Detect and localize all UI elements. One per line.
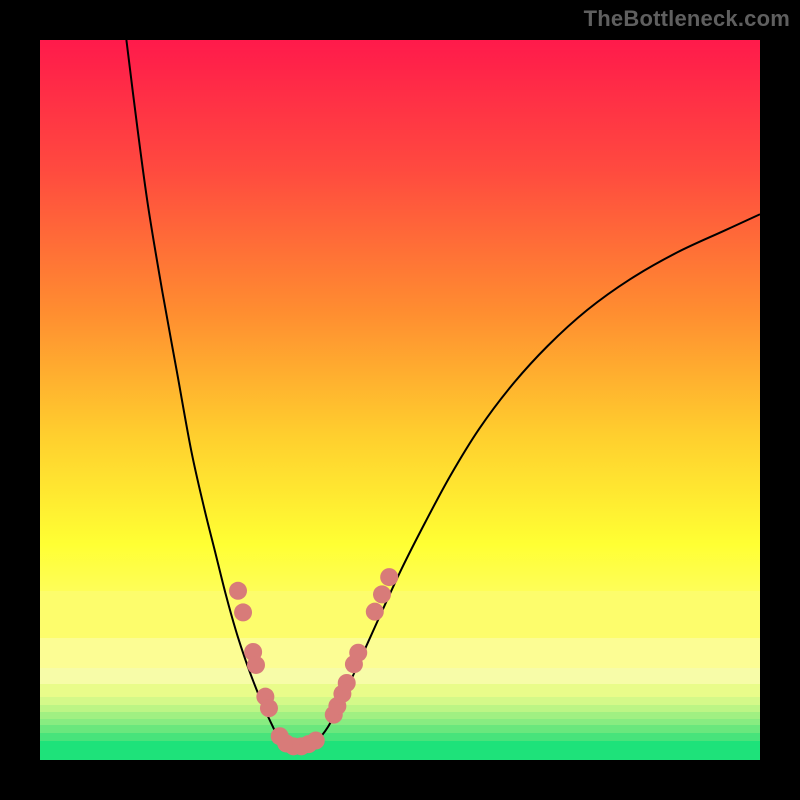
curve-path (126, 40, 760, 747)
curve-marker (366, 603, 384, 621)
curve-marker (373, 585, 391, 603)
curve-marker (247, 656, 265, 674)
curve-marker (349, 644, 367, 662)
curve-marker (229, 582, 247, 600)
watermark-text: TheBottleneck.com (584, 6, 790, 32)
bottleneck-curve (40, 40, 760, 760)
curve-marker (307, 732, 325, 750)
curve-marker (260, 699, 278, 717)
curve-marker (234, 603, 252, 621)
chart-frame: TheBottleneck.com (0, 0, 800, 800)
curve-marker (338, 674, 356, 692)
curve-marker (380, 568, 398, 586)
